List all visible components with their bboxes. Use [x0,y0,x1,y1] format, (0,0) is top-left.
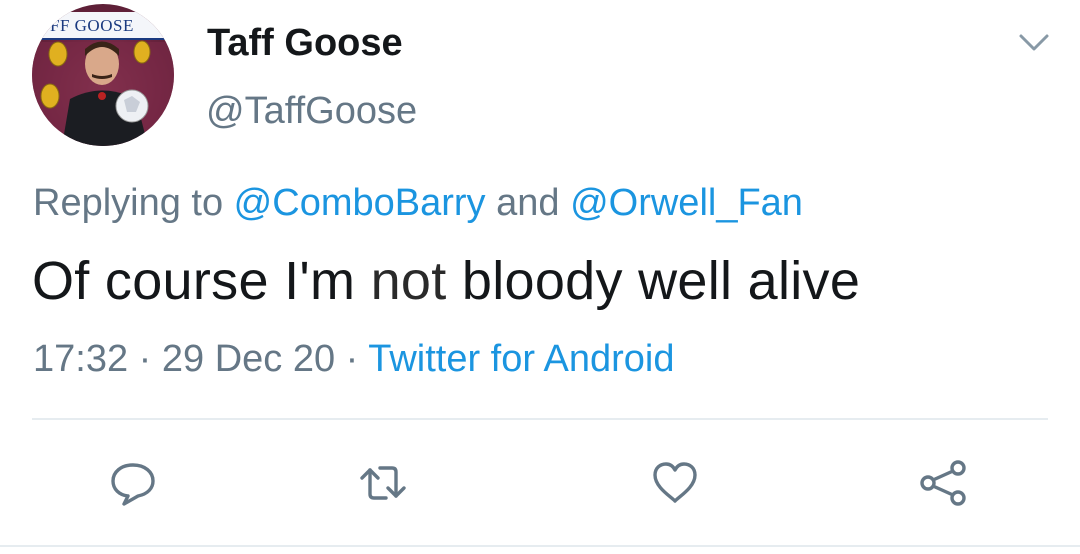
share-icon[interactable] [918,458,968,508]
like-icon[interactable] [650,458,700,508]
mention-link[interactable]: @ComboBarry [234,182,486,224]
avatar-illustration [32,40,174,146]
retweet-icon[interactable] [358,458,408,508]
meta-separator: · [128,338,162,380]
reply-conjunction: and [485,182,571,224]
mention-link[interactable]: @Orwell_Fan [570,182,803,224]
author-handle[interactable]: @TaffGoose [206,90,417,133]
tweet-text: Of course I'm not bloody well alive [32,250,860,312]
bottom-divider [0,545,1080,547]
reply-context: Replying to @ComboBarry and @Orwell_Fan [33,182,803,225]
tweet-meta: 17:32 · 29 Dec 20 · Twitter for Android [33,338,674,381]
divider [32,418,1048,420]
tweet-date[interactable]: 29 Dec 20 [162,338,335,380]
meta-separator: · [335,338,369,380]
author-name[interactable]: Taff Goose [207,22,403,65]
chevron-down-icon[interactable] [1015,30,1053,56]
tweet-text-part: Of course I'm [32,251,371,311]
tweet-time[interactable]: 17:32 [33,338,128,380]
avatar[interactable]: FF GOOSE [32,4,174,146]
tweet-source-link[interactable]: Twitter for Android [368,338,674,380]
reply-prefix: Replying to [33,182,234,224]
tweet-text-part: bloody well alive [446,251,861,311]
tweet-text-emphasis: not [370,251,447,311]
reply-icon[interactable] [108,458,158,508]
